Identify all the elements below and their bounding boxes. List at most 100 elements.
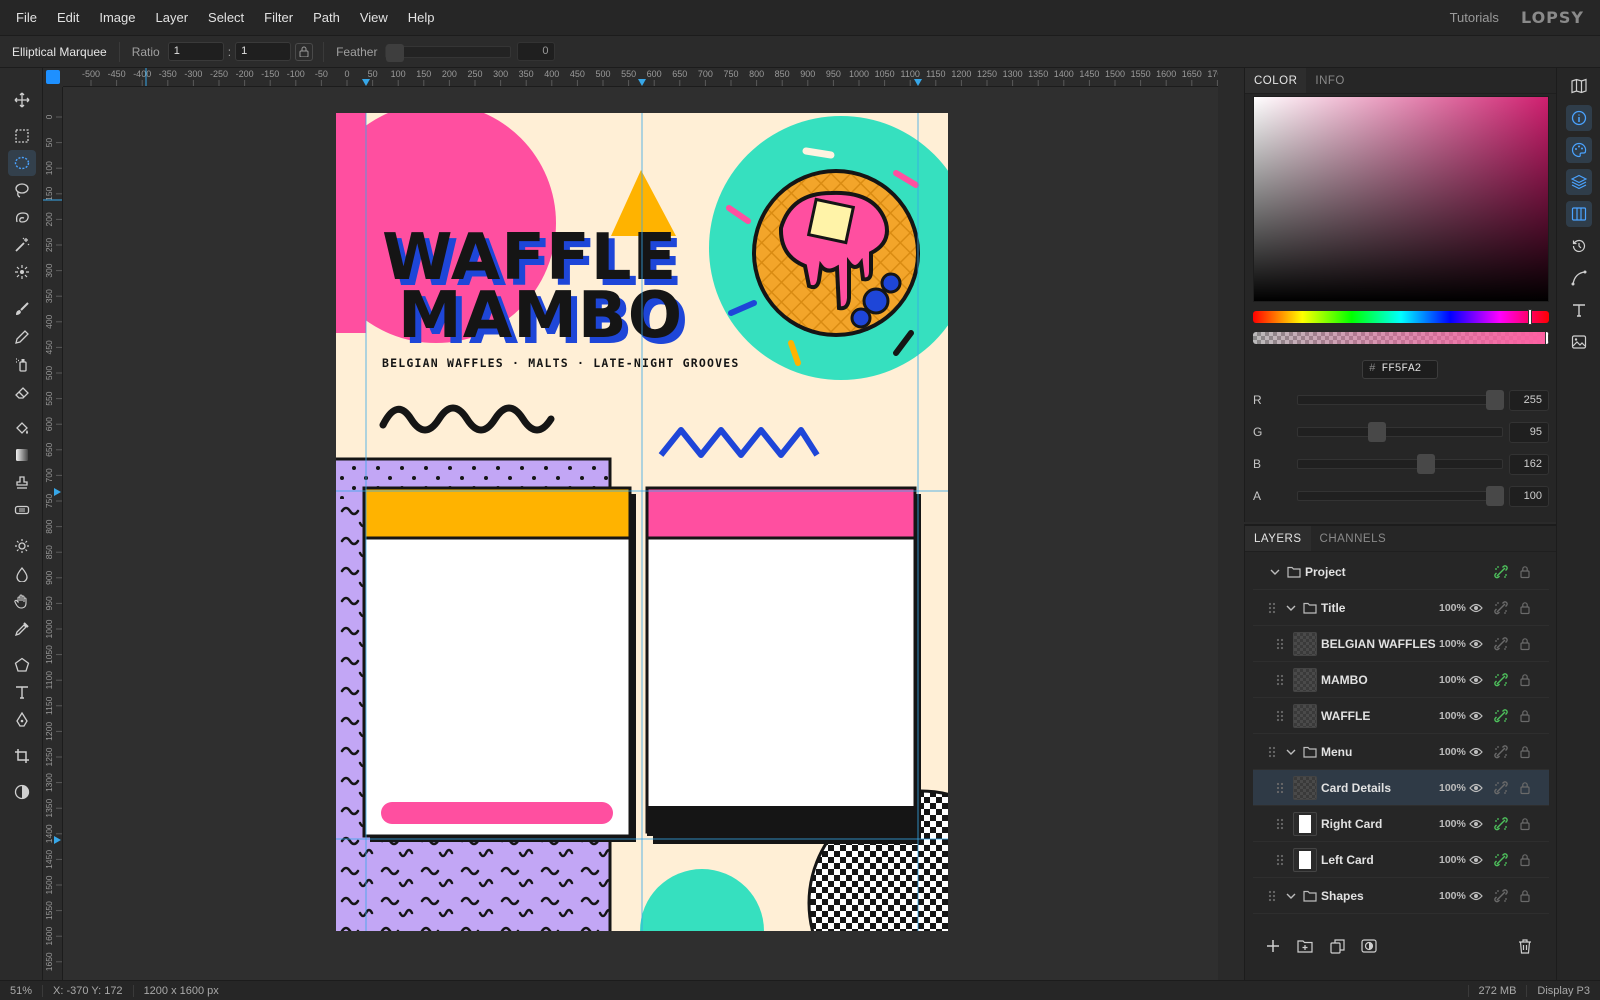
link-icon[interactable] xyxy=(1494,852,1508,867)
eye-icon[interactable] xyxy=(1469,673,1483,687)
move-tool-button[interactable] xyxy=(8,87,36,113)
layer-opacity[interactable]: 100% xyxy=(1439,674,1466,686)
type-panel-button[interactable] xyxy=(1566,297,1592,323)
artboard[interactable]: WAFFLE WAFFLE MAMBO MAMBO BELGIAN WAFFLE… xyxy=(336,113,948,931)
clone-stamp-button[interactable] xyxy=(8,470,36,496)
rectangular-marquee-button[interactable] xyxy=(8,123,36,149)
channel-a-value[interactable]: 100 xyxy=(1509,485,1549,507)
tab-channels[interactable]: CHANNELS xyxy=(1311,526,1396,551)
history-panel-button[interactable] xyxy=(1566,233,1592,259)
lock-icon[interactable] xyxy=(1518,817,1532,831)
text-button[interactable] xyxy=(8,679,36,705)
menu-image[interactable]: Image xyxy=(89,0,145,36)
layer-row[interactable]: Left Card 100% xyxy=(1253,842,1549,878)
channel-b-thumb[interactable] xyxy=(1417,454,1436,474)
menu-help[interactable]: Help xyxy=(398,0,445,36)
channel-r-slider[interactable] xyxy=(1297,390,1504,410)
eye-icon[interactable] xyxy=(1469,601,1483,615)
contrast-button[interactable] xyxy=(8,779,36,805)
eraser-button[interactable] xyxy=(8,379,36,405)
canvas-area[interactable]: WAFFLE WAFFLE MAMBO MAMBO BELGIAN WAFFLE… xyxy=(63,87,1218,980)
lock-icon[interactable] xyxy=(1518,853,1532,867)
eye-icon[interactable] xyxy=(1469,637,1483,651)
layers-panel-button[interactable] xyxy=(1566,169,1592,195)
hue-slider[interactable] xyxy=(1253,309,1549,325)
lock-icon[interactable] xyxy=(1518,745,1532,759)
layer-opacity[interactable]: 100% xyxy=(1439,638,1466,650)
layer-opacity[interactable]: 100% xyxy=(1439,602,1466,614)
elliptical-marquee-button[interactable] xyxy=(8,150,36,176)
lock-icon[interactable] xyxy=(1518,601,1532,615)
eye-icon[interactable] xyxy=(1469,709,1483,723)
lock-icon[interactable] xyxy=(1518,709,1532,723)
layer-opacity[interactable]: 100% xyxy=(1439,818,1466,830)
link-icon[interactable] xyxy=(1494,636,1508,651)
layer-row[interactable]: BELGIAN WAFFLES 100% xyxy=(1253,626,1549,662)
hue-slider-thumb[interactable] xyxy=(1528,309,1532,325)
layer-row[interactable]: Right Card 100% xyxy=(1253,806,1549,842)
layer-opacity[interactable]: 100% xyxy=(1439,854,1466,866)
link-icon[interactable] xyxy=(1494,672,1508,687)
menu-view[interactable]: View xyxy=(350,0,398,36)
lock-icon[interactable] xyxy=(1518,565,1532,579)
drag-handle-icon[interactable] xyxy=(1267,889,1277,903)
eye-icon[interactable] xyxy=(1469,853,1483,867)
drag-handle-icon[interactable] xyxy=(1275,781,1285,795)
feather-slider-thumb[interactable] xyxy=(386,43,405,62)
polygonal-lasso-button[interactable] xyxy=(8,205,36,231)
channel-a-slider[interactable] xyxy=(1297,486,1504,506)
vertical-ruler[interactable]: 0 50 100 150 200 250 300 350 400 450 500 550 600 650 7… xyxy=(43,87,63,980)
image-edit-panel-button[interactable] xyxy=(1566,329,1592,355)
link-icon[interactable] xyxy=(1494,888,1508,903)
menu-edit[interactable]: Edit xyxy=(47,0,89,36)
ratio-lock-button[interactable] xyxy=(295,42,314,61)
link-icon[interactable] xyxy=(1494,744,1508,759)
quick-selection-button[interactable] xyxy=(8,259,36,285)
link-icon[interactable] xyxy=(1494,816,1508,831)
drag-handle-icon[interactable] xyxy=(1267,745,1277,759)
layer-row[interactable]: Shapes 100% xyxy=(1253,878,1549,914)
pen-button[interactable] xyxy=(8,707,36,733)
lock-icon[interactable] xyxy=(1518,637,1532,651)
magic-wand-button[interactable] xyxy=(8,232,36,258)
guide-marker[interactable] xyxy=(54,488,61,496)
channel-a-thumb[interactable] xyxy=(1486,486,1504,506)
map-panel-button[interactable] xyxy=(1566,73,1592,99)
healing-button[interactable] xyxy=(8,497,36,523)
lock-icon[interactable] xyxy=(1518,673,1532,687)
horizontal-ruler[interactable]: -500 -450 -400 -350 -300 -250 -200 -150 -100 -50 0… xyxy=(63,68,1218,87)
saturation-value-picker[interactable] xyxy=(1253,96,1549,302)
guide-marker[interactable] xyxy=(914,79,922,86)
menu-file[interactable]: File xyxy=(6,0,47,36)
columns-panel-button[interactable] xyxy=(1566,201,1592,227)
drag-handle-icon[interactable] xyxy=(1275,817,1285,831)
chevron-down-icon[interactable] xyxy=(1285,890,1297,902)
channel-g-value[interactable]: 95 xyxy=(1509,421,1549,443)
channel-r-value[interactable]: 255 xyxy=(1509,389,1549,411)
alpha-slider[interactable] xyxy=(1253,332,1549,344)
crop-button[interactable] xyxy=(8,743,36,769)
tutorials-link[interactable]: Tutorials xyxy=(1450,10,1499,25)
pencil-button[interactable] xyxy=(8,324,36,350)
eyedropper-button[interactable] xyxy=(8,616,36,642)
layer-opacity[interactable]: 100% xyxy=(1439,782,1466,794)
drag-handle-icon[interactable] xyxy=(1275,637,1285,651)
eye-icon[interactable] xyxy=(1469,781,1483,795)
chevron-down-icon[interactable] xyxy=(1285,602,1297,614)
shape-button[interactable] xyxy=(8,652,36,678)
brush-button[interactable] xyxy=(8,296,36,322)
tab-color[interactable]: COLOR xyxy=(1245,68,1307,93)
ruler-origin[interactable] xyxy=(43,68,63,87)
lasso-button[interactable] xyxy=(8,177,36,203)
drag-handle-icon[interactable] xyxy=(1275,853,1285,867)
channel-b-value[interactable]: 162 xyxy=(1509,453,1549,475)
layer-row[interactable]: MAMBO 100% xyxy=(1253,662,1549,698)
channel-g-thumb[interactable] xyxy=(1368,422,1387,442)
add-layer-button[interactable] xyxy=(1263,936,1283,956)
palette-panel-button[interactable] xyxy=(1566,137,1592,163)
guide-marker[interactable] xyxy=(54,836,61,844)
dodge-button[interactable] xyxy=(8,533,36,559)
channel-b-slider[interactable] xyxy=(1297,454,1503,474)
layer-opacity[interactable]: 100% xyxy=(1439,890,1466,902)
feather-slider[interactable] xyxy=(385,43,512,62)
